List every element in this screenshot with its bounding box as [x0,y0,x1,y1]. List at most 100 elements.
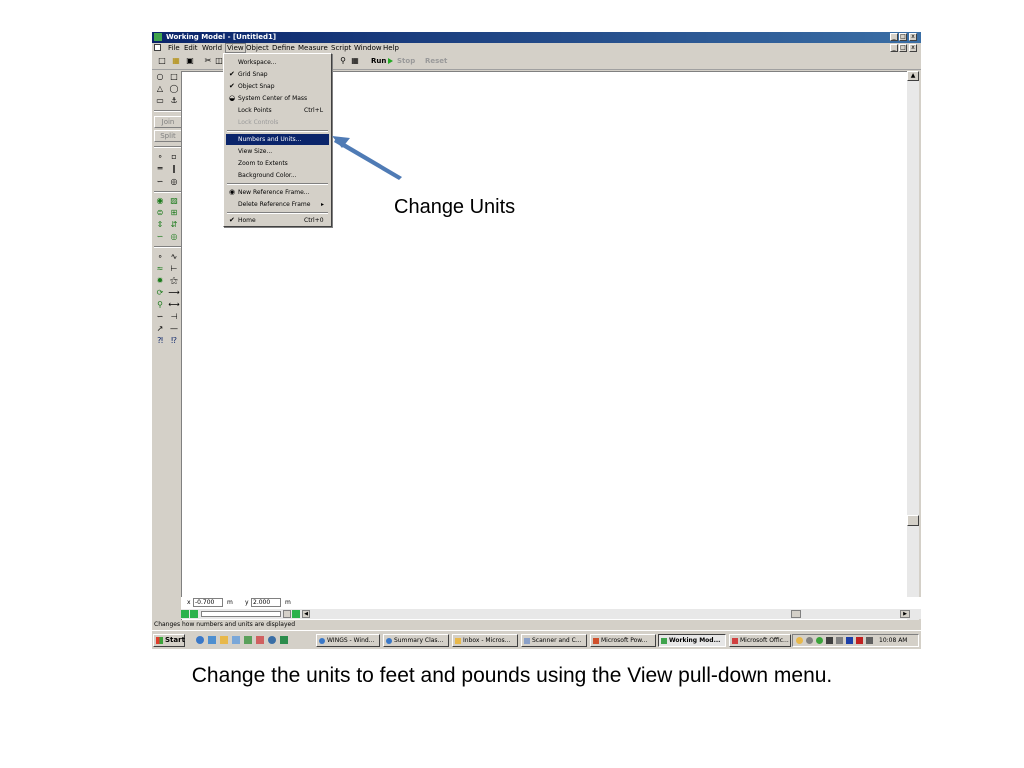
menu-item-zoom-to-extents[interactable]: Zoom to Extents [226,158,329,169]
closed-curve-joint-tool-icon[interactable]: ◎ [168,232,180,242]
frame-back-icon[interactable] [181,610,189,618]
reset-button[interactable]: Reset [425,57,447,65]
close-button[interactable]: x [909,33,917,41]
maximize-button[interactable]: □ [899,33,907,41]
curved-joint-tool-icon[interactable]: ∽ [154,232,166,242]
tape-slider[interactable] [201,611,281,617]
save-icon[interactable]: ▣ [185,56,195,66]
scroll-thumb[interactable] [907,515,919,526]
rectangle-tool-icon[interactable]: □ [168,72,180,82]
run-button[interactable]: Run [371,57,386,65]
motor-tool-icon[interactable]: ⟳ [154,288,166,298]
mdi-restore-button[interactable]: □ [899,44,907,52]
task-inbox[interactable]: Inbox - Micros... [452,634,518,647]
quicklaunch-app-icon[interactable] [280,636,288,644]
tape-end-icon[interactable] [292,610,300,618]
quicklaunch-ie-icon[interactable] [196,636,204,644]
menu-item-object-snap[interactable]: ✔ Object Snap [226,81,329,92]
quicklaunch-app-icon[interactable] [232,636,240,644]
tray-icon[interactable] [846,637,853,644]
keyed-slot-tool-icon[interactable]: ⊞ [168,208,180,218]
tape-start-icon[interactable] [283,610,291,618]
polygon-tool-icon[interactable]: △ [154,84,166,94]
menu-item-lock-controls[interactable]: Lock Controls [226,117,329,128]
menu-item-background-color[interactable]: Background Color... [226,170,329,181]
hscroll-thumb[interactable] [791,610,801,618]
menu-item-lock-points[interactable]: Lock Points Ctrl+L [226,105,329,116]
help-tool-icon[interactable]: ⁈ [154,336,166,346]
task-working-model[interactable]: Working Mod... [658,634,726,647]
tray-icon[interactable] [796,637,803,644]
menu-measure[interactable]: Measure [298,44,328,52]
menu-file[interactable]: File [168,44,180,52]
horizontal-scrollbar[interactable]: ◀ ▶ [181,609,921,619]
task-office[interactable]: Microsoft Offic... [729,634,791,647]
spring-tool-icon[interactable]: ∿ [168,252,180,262]
y-coordinate-field[interactable]: 2.000 [251,598,281,607]
volume-icon[interactable] [866,637,873,644]
menu-item-new-reference-frame[interactable]: ◉ New Reference Frame... [226,187,329,198]
vertical-joint-tool-icon[interactable]: ⇕ [154,220,166,230]
task-summary[interactable]: Summary Clas... [383,634,449,647]
quicklaunch-app-icon[interactable] [268,636,276,644]
vertical-scrollbar[interactable]: ▲ ▼ [907,71,919,627]
open-folder-icon[interactable]: ▦ [171,56,181,66]
point-tool-icon[interactable]: ∘ [154,152,166,162]
task-wings[interactable]: WINGS - Wind... [316,634,380,647]
circle-tool-icon[interactable]: ○ [154,72,166,82]
mdi-minimize-button[interactable]: _ [890,44,898,52]
quicklaunch-desktop-icon[interactable] [208,636,216,644]
curved-body-tool-icon[interactable]: ◯ [168,84,180,94]
menu-item-workspace[interactable]: Workspace... [226,57,329,68]
actuator-tool-icon[interactable]: ⟶ [168,288,180,298]
slot-tool-icon[interactable]: ═ [154,164,166,174]
menu-edit[interactable]: Edit [184,44,198,52]
cut-icon[interactable]: ✂ [203,56,213,66]
quicklaunch-app-icon[interactable] [244,636,252,644]
tray-icon[interactable] [856,637,863,644]
menu-item-delete-reference-frame[interactable]: Delete Reference Frame ▸ [226,199,329,210]
menu-script[interactable]: Script [331,44,351,52]
torque-tool-icon[interactable]: — [168,324,180,334]
split-button[interactable]: Split [154,130,182,142]
tray-icon[interactable] [836,637,843,644]
task-powerpoint[interactable]: Microsoft Pow... [590,634,656,647]
stop-button[interactable]: Stop [397,57,415,65]
menu-define[interactable]: Define [272,44,295,52]
scroll-left-icon[interactable]: ◀ [302,610,310,618]
join-button[interactable]: Join [154,116,182,128]
rotational-spring-tool-icon[interactable]: ≈ [154,264,166,274]
scroll-up-icon[interactable]: ▲ [907,71,919,81]
menu-item-home[interactable]: ✔ Home Ctrl+0 [226,215,329,226]
square-tool-icon[interactable]: ▭ [154,96,166,106]
vertical-slot-tool-icon[interactable]: ‖ [168,164,180,174]
separator-tool-icon[interactable]: ⟷ [168,300,180,310]
start-button[interactable]: Start [153,634,185,647]
info-tool-icon[interactable]: ⁉ [168,336,180,346]
frame-forward-icon[interactable] [190,610,198,618]
tray-icon[interactable] [826,637,833,644]
quicklaunch-outlook-icon[interactable] [220,636,228,644]
menu-world[interactable]: World [202,44,222,52]
tray-icon[interactable] [806,637,813,644]
tray-icon[interactable] [816,637,823,644]
pulley-tool-icon[interactable]: ⚝ [168,276,180,286]
scroll-right-icon[interactable]: ▶ [900,610,910,618]
menu-item-numbers-and-units[interactable]: Numbers and Units... [226,134,329,145]
rope-tool-icon[interactable]: ⚲ [154,300,166,310]
menu-item-view-size[interactable]: View Size... [226,146,329,157]
menu-item-system-center-of-mass[interactable]: ◒ System Center of Mass [226,93,329,104]
menu-item-grid-snap[interactable]: ✔ Grid Snap [226,69,329,80]
slot-joint-tool-icon[interactable]: ⊜ [154,208,166,218]
closed-slot-tool-icon[interactable]: ◎ [168,177,180,187]
menu-window[interactable]: Window [354,44,382,52]
mdi-close-button[interactable]: x [909,44,917,52]
minimize-button[interactable]: _ [890,33,898,41]
force-tool-icon[interactable]: ↗ [154,324,166,334]
pin-joint-tool-icon[interactable]: ◉ [154,196,166,206]
task-scanner[interactable]: Scanner and C... [521,634,587,647]
x-coordinate-field[interactable]: -0.700 [193,598,223,607]
rotary-damper-tool-icon[interactable]: ⊣ [168,312,180,322]
rod-tool-icon[interactable]: ∘ [154,252,166,262]
vertical-keyed-tool-icon[interactable]: ⇵ [168,220,180,230]
